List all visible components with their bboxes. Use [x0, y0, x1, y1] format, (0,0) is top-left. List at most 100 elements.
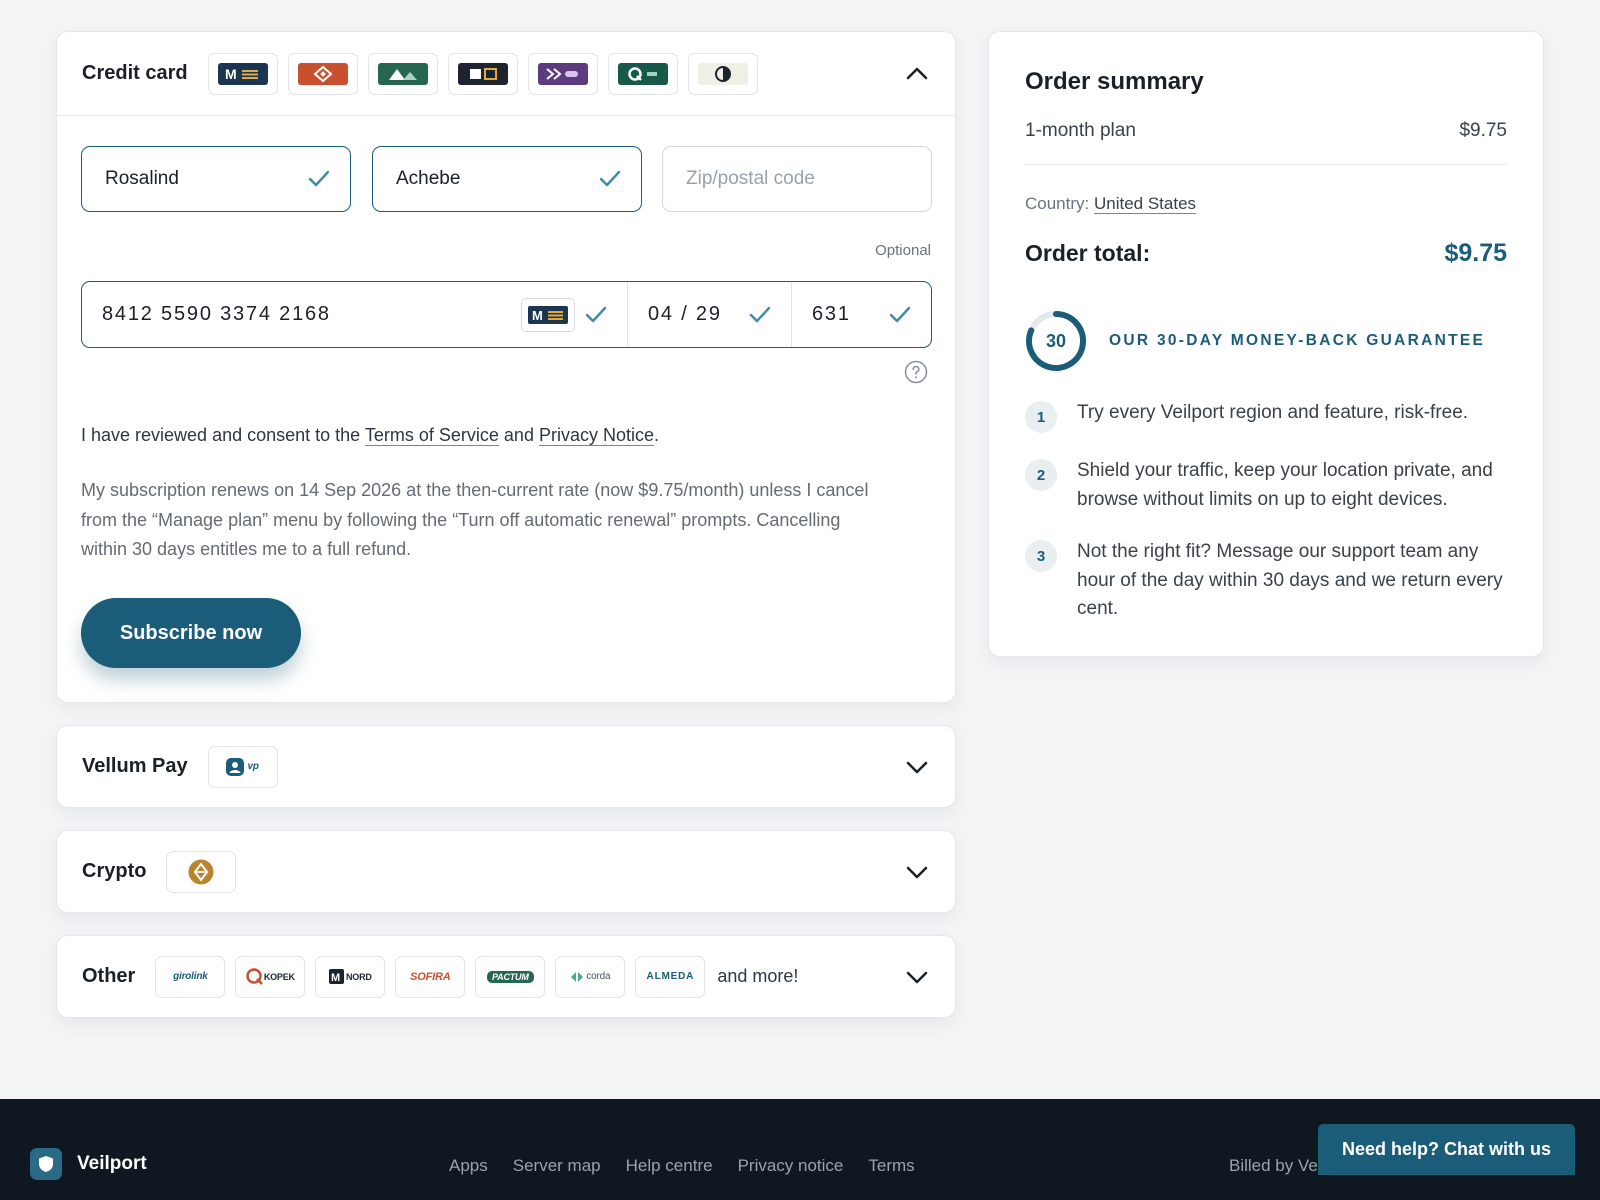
credit-card-title: Credit card	[82, 62, 188, 84]
sofira-logo: SOFIRA	[395, 955, 466, 998]
step-number: 2	[1025, 459, 1057, 491]
card-brand-logo-1: M	[207, 52, 278, 95]
consent-suffix: .	[654, 425, 660, 445]
order-total-line: Order total: $9.75	[1025, 239, 1507, 268]
card-brand-3-icon	[377, 62, 428, 85]
credit-card-header[interactable]: Credit card M	[57, 32, 955, 116]
expand-chevron-down-icon[interactable]	[903, 858, 931, 886]
card-brand-logo-4	[447, 52, 518, 95]
card-brand-logo-5	[527, 52, 598, 95]
last-name-field[interactable]: Achebe	[372, 146, 642, 212]
first-name-field[interactable]: Rosalind	[81, 146, 351, 212]
cvc-value: 631	[812, 303, 851, 325]
kopek-icon: KOPEK	[246, 967, 295, 986]
expiry-value: 04 / 29	[648, 303, 722, 325]
pactum-logo-text: PACTUM	[487, 970, 534, 983]
crypto-header[interactable]: Crypto	[57, 831, 955, 912]
footer-link-apps[interactable]: Apps	[449, 1156, 488, 1176]
country-line: Country: United States	[1025, 194, 1197, 214]
footer-link-privacy-notice[interactable]: Privacy notice	[738, 1156, 844, 1176]
order-total-value: $9.75	[1444, 239, 1507, 267]
footer-link-help-centre[interactable]: Help centre	[626, 1156, 713, 1176]
card-brand-5-icon	[537, 62, 588, 85]
sofira-logo-text: SOFIRA	[410, 970, 451, 983]
pactum-logo: PACTUM	[475, 955, 546, 998]
almeda-logo: ALMEDA	[635, 955, 706, 998]
vellum-pay-icon: vp	[226, 757, 259, 776]
consent-and: and	[498, 425, 539, 445]
list-item: 3 Not the right fit? Message our support…	[1025, 538, 1503, 624]
almeda-logo-text: ALMEDA	[646, 971, 695, 982]
vellum-pay-header[interactable]: Vellum Pay vp	[57, 726, 955, 807]
and-more-label: and more!	[717, 966, 799, 986]
first-name-check-icon	[308, 170, 330, 187]
step-number: 1	[1025, 401, 1057, 433]
step-number: 3	[1025, 540, 1057, 572]
money-back-guarantee: 30 OUR 30-DAY MONEY-BACK GUARANTEE	[1025, 310, 1485, 372]
step-text: Shield your traffic, keep your location …	[1077, 460, 1493, 510]
expand-chevron-down-icon[interactable]	[903, 963, 931, 991]
zip-input[interactable]: Zip/postal code	[662, 146, 932, 212]
vellum-pay-panel: Vellum Pay vp	[56, 725, 956, 808]
consent-text: I have reviewed and consent to the Terms…	[81, 425, 931, 446]
step-text: Not the right fit? Message our support t…	[1077, 541, 1503, 619]
card-brand-7-icon	[697, 62, 748, 85]
card-number-check-icon	[585, 306, 607, 322]
crypto-title: Crypto	[82, 860, 147, 882]
shield-logo-icon	[30, 1148, 62, 1180]
card-brand-2-icon	[297, 62, 348, 85]
cvc-check-icon	[889, 306, 911, 322]
girolink-logo: girolink	[155, 955, 226, 998]
corda-icon: corda	[570, 971, 611, 983]
plan-line: 1-month plan $9.75	[1025, 120, 1507, 165]
subscribe-now-button[interactable]: Subscribe now	[81, 598, 301, 668]
card-brand-1-icon: M	[217, 62, 268, 85]
svg-text:M: M	[532, 308, 545, 323]
corda-logo: corda	[555, 955, 626, 998]
expiry-field[interactable]: 04 / 29	[628, 282, 792, 347]
cvc-help-icon[interactable]	[904, 360, 928, 384]
order-total-label: Order total:	[1025, 240, 1151, 266]
crypto-logo	[166, 850, 237, 893]
card-brand-4-icon	[457, 62, 508, 85]
privacy-notice-link[interactable]: Privacy Notice	[538, 425, 654, 446]
zip-placeholder: Zip/postal code	[686, 168, 815, 189]
vellum-pay-title: Vellum Pay	[82, 755, 188, 777]
order-summary-title: Order summary	[1025, 68, 1204, 95]
svg-text:M: M	[225, 66, 237, 82]
other-methods-header[interactable]: Other girolink KOPEK M NORD SOFIRA PACTU…	[57, 936, 955, 1017]
other-title: Other	[82, 965, 136, 987]
country-label: Country:	[1025, 194, 1090, 213]
expand-chevron-down-icon[interactable]	[903, 753, 931, 781]
corda-logo-text: corda	[586, 971, 611, 982]
terms-of-service-link[interactable]: Terms of Service	[364, 425, 499, 446]
footer-brand[interactable]: Veilport	[30, 1148, 147, 1180]
girolink-logo-text: girolink	[173, 971, 208, 982]
cvc-field[interactable]: 631	[792, 282, 931, 347]
collapse-chevron-up-icon[interactable]	[903, 60, 931, 88]
vellum-pay-logo-text: vp	[247, 761, 259, 772]
other-methods-panel: Other girolink KOPEK M NORD SOFIRA PACTU…	[56, 935, 956, 1018]
crypto-panel: Crypto	[56, 830, 956, 913]
guarantee-days: 30	[1045, 330, 1067, 351]
svg-text:M: M	[331, 972, 340, 984]
nord-logo: M NORD	[315, 955, 386, 998]
chat-with-us-button[interactable]: Need help? Chat with us	[1318, 1124, 1575, 1175]
renewal-disclaimer: My subscription renews on 14 Sep 2026 at…	[81, 480, 869, 559]
footer-link-terms[interactable]: Terms	[868, 1156, 914, 1176]
list-item: 2 Shield your traffic, keep your locatio…	[1025, 457, 1503, 514]
card-number-field[interactable]: 8412 5590 3374 2168 M	[82, 282, 628, 347]
guarantee-steps: 1 Try every Veilport region and feature,…	[1025, 399, 1503, 648]
vellum-pay-logo: vp	[207, 745, 278, 788]
footer-brand-name: Veilport	[77, 1153, 147, 1174]
kopek-logo-text: KOPEK	[263, 971, 295, 982]
step-text: Try every Veilport region and feature, r…	[1077, 402, 1469, 423]
footer-link-server-map[interactable]: Server map	[513, 1156, 601, 1176]
country-link[interactable]: United States	[1093, 194, 1197, 214]
card-brand-logo-6	[607, 52, 678, 95]
footer-nav: Apps Server map Help centre Privacy noti…	[449, 1156, 940, 1176]
consent-prefix: I have reviewed and consent to the	[81, 425, 365, 445]
plan-label: 1-month plan	[1025, 120, 1136, 141]
card-brand-logo-7	[687, 52, 758, 95]
list-item: 1 Try every Veilport region and feature,…	[1025, 399, 1503, 433]
